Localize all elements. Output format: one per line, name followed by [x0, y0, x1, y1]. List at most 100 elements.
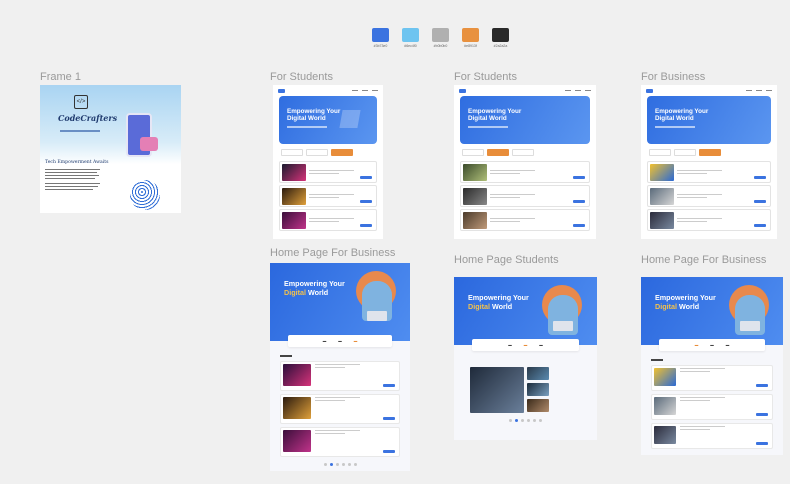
frame-title[interactable]: For Business: [641, 71, 705, 83]
tab[interactable]: [674, 149, 696, 156]
list-item[interactable]: [651, 365, 773, 391]
hero-title-accent: Digital: [284, 288, 306, 297]
frame-business-1[interactable]: Empowering Your Digital World: [641, 85, 777, 239]
mini-nav: [454, 85, 596, 96]
tab[interactable]: ▬: [726, 343, 730, 347]
list-item[interactable]: [651, 423, 773, 449]
tab[interactable]: [487, 149, 509, 156]
tile[interactable]: [527, 367, 549, 380]
frame-home-business[interactable]: Empowering Your Digital World ▬ ▬ ▬: [270, 263, 410, 471]
list-item[interactable]: [279, 185, 377, 207]
list-item[interactable]: [280, 361, 400, 391]
frame-students-1[interactable]: Empowering Your Digital World: [273, 85, 383, 239]
tab[interactable]: [512, 149, 534, 156]
frame-landing[interactable]: </> CodeCrafters Tech Empowerment Awaits: [40, 85, 181, 213]
swatch: #6ec4f0: [402, 28, 419, 48]
tab-bar: [649, 149, 769, 156]
hero-title-accent: Digital: [468, 302, 490, 311]
list-item[interactable]: [647, 161, 771, 183]
tech-icon: [339, 110, 361, 128]
tab[interactable]: ▬: [695, 343, 699, 347]
gift-illustration: [140, 137, 158, 151]
body-line: [45, 183, 100, 185]
category-tabs: ▬ ▬ ▬: [288, 335, 392, 347]
frame-title[interactable]: Home Page For Business: [270, 247, 395, 259]
frame-home-students[interactable]: Empowering Your Digital World ▬ ▬ ▬: [454, 277, 597, 440]
hero-title-word: World: [678, 302, 700, 311]
category-tabs: ▬ ▬ ▬: [472, 339, 579, 351]
tab[interactable]: ▬: [710, 343, 714, 347]
tab-bar: [281, 149, 375, 156]
frame-students-2[interactable]: Empowering Your Digital World: [454, 85, 596, 239]
tile[interactable]: [527, 383, 549, 396]
tab[interactable]: ▬: [524, 343, 528, 347]
code-icon: </>: [74, 95, 88, 109]
pagination: [454, 419, 597, 422]
frame-title[interactable]: Home Page For Business: [641, 254, 766, 266]
hero-title-line: Empowering Your: [655, 293, 716, 302]
hero-banner: Empowering Your Digital World: [454, 277, 597, 345]
section-title: [651, 359, 663, 361]
frame-title[interactable]: Home Page Students: [454, 254, 559, 266]
section-title: [280, 355, 292, 357]
swatch: #2a2a2a: [492, 28, 509, 48]
swatch: #b0b0b0: [432, 28, 449, 48]
wave-graphic: [130, 180, 160, 210]
hero-title: Empowering Your Digital World: [655, 108, 709, 122]
frame-title[interactable]: Frame 1: [40, 71, 81, 83]
list-item[interactable]: [280, 427, 400, 457]
list-item[interactable]: [460, 185, 590, 207]
hero-banner: Empowering Your Digital World: [279, 96, 377, 144]
tab[interactable]: ▬: [323, 339, 327, 343]
hero-title-word: World: [307, 288, 329, 297]
body-line: [45, 186, 98, 188]
tab[interactable]: [331, 149, 353, 156]
tab[interactable]: ▬: [354, 339, 358, 343]
hero-title: Empowering Your Digital World: [284, 279, 345, 297]
laptop-illustration: [740, 321, 760, 331]
color-palette: #3b73e0 #6ec4f0 #b0b0b0 #e8913f #2a2a2a: [372, 28, 509, 48]
hero-banner: Empowering Your Digital World: [460, 96, 590, 144]
tab[interactable]: [699, 149, 721, 156]
tab-bar: [462, 149, 588, 156]
tab[interactable]: ▬: [539, 343, 543, 347]
frame-title[interactable]: For Students: [454, 71, 517, 83]
hero-banner: Empowering Your Digital World: [270, 263, 410, 341]
body-line: [45, 178, 95, 180]
swatch: #3b73e0: [372, 28, 389, 48]
landing-heading: Tech Empowerment Awaits: [45, 160, 109, 165]
tab[interactable]: [462, 149, 484, 156]
tile[interactable]: [527, 399, 549, 412]
hero-title-accent: Digital: [655, 302, 677, 311]
list-item[interactable]: [279, 161, 377, 183]
tab[interactable]: ▬: [338, 339, 342, 343]
swatch: #e8913f: [462, 28, 479, 48]
tab[interactable]: [306, 149, 328, 156]
tab[interactable]: [649, 149, 671, 156]
laptop-illustration: [553, 321, 573, 331]
list-item[interactable]: [279, 209, 377, 231]
hero-title: Empowering Your Digital World: [655, 293, 716, 311]
hero-banner: Empowering Your Digital World: [647, 96, 771, 144]
hero-banner: Empowering Your Digital World: [641, 277, 783, 345]
hero-title: Empowering Your Digital World: [468, 108, 522, 122]
frame-home-business-2[interactable]: Empowering Your Digital World ▬ ▬ ▬: [641, 277, 783, 455]
list-item[interactable]: [651, 394, 773, 420]
frame-title[interactable]: For Students: [270, 71, 333, 83]
hero-title-word: World: [491, 302, 513, 311]
list-item[interactable]: [280, 394, 400, 424]
pagination: [270, 463, 410, 466]
brand-name: CodeCrafters: [58, 113, 118, 123]
mini-nav: [641, 85, 777, 96]
featured-tile[interactable]: [470, 367, 524, 413]
tab[interactable]: ▬: [508, 343, 512, 347]
body-line: [45, 172, 97, 174]
list-item[interactable]: [460, 209, 590, 231]
laptop-illustration: [367, 311, 387, 321]
tab[interactable]: [281, 149, 303, 156]
list-item[interactable]: [460, 161, 590, 183]
hero-title-line: Empowering Your: [284, 279, 345, 288]
hero-title-line: Empowering Your: [468, 293, 529, 302]
list-item[interactable]: [647, 209, 771, 231]
list-item[interactable]: [647, 185, 771, 207]
